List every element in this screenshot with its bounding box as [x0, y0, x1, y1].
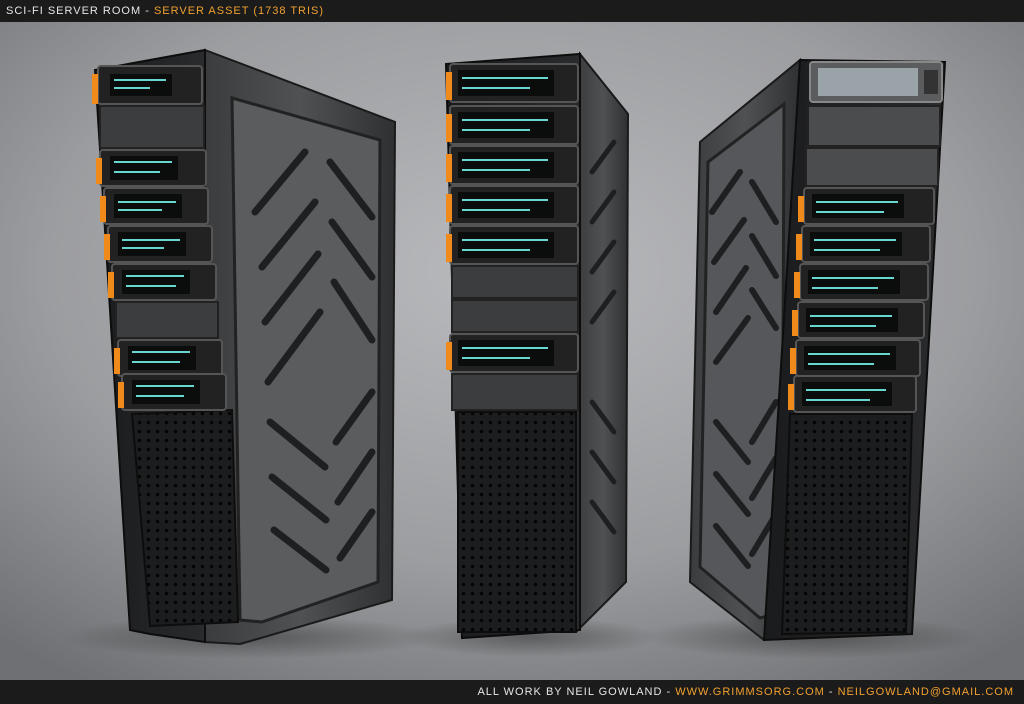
render-viewport: [0, 22, 1024, 680]
email-link[interactable]: NEILGOWLAND@GMAIL.COM: [838, 686, 1014, 698]
title-prefix: SCI-FI SERVER ROOM: [6, 5, 142, 17]
website-link[interactable]: WWW.GRIMMSORG.COM: [675, 686, 825, 698]
title-bar: SCI-FI SERVER ROOM - SERVER ASSET (1738 …: [0, 0, 1024, 22]
server-tower-middle: [444, 51, 630, 640]
drive-bays: [788, 61, 943, 413]
server-tower-right: [688, 57, 947, 642]
server-render: [0, 22, 1024, 680]
drive-bays: [446, 63, 579, 411]
title-separator: -: [141, 5, 154, 17]
credit-separator: -: [662, 686, 676, 698]
credit-text: ALL WORK BY NEIL GOWLAND: [477, 686, 663, 698]
server-tower-left: [92, 48, 397, 646]
credits-bar: ALL WORK BY NEIL GOWLAND - WWW.GRIMMSORG…: [0, 680, 1024, 704]
title-accent: SERVER ASSET (1738 TRIS): [153, 5, 325, 17]
credit-separator: -: [824, 686, 838, 698]
